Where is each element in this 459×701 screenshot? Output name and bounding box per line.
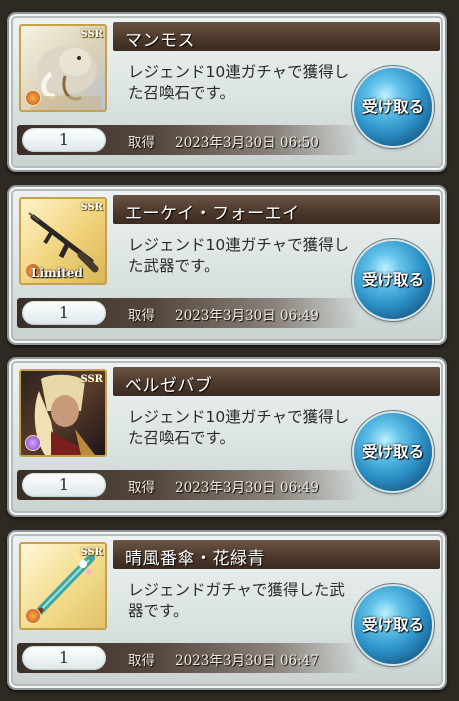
- item-description: レジェンド10連ガチャで獲得した召喚石です。: [128, 408, 350, 447]
- limited-badge: Limited: [31, 266, 83, 280]
- item-name: エーケイ・フォーエイ: [125, 204, 300, 224]
- receive-button-label: 受け取る: [361, 98, 424, 116]
- quantity-display: 1: [22, 128, 106, 152]
- rarity-badge: SSR: [80, 374, 103, 385]
- quantity-display: 1: [22, 301, 106, 325]
- receive-button-label: 受け取る: [361, 443, 424, 461]
- acquired-label: 取得: [128, 653, 155, 669]
- item-thumbnail[interactable]: SSR: [19, 542, 107, 630]
- item-description: レジェンドガチャで獲得した武器です。: [128, 581, 345, 620]
- receive-button[interactable]: 受け取る: [354, 413, 432, 491]
- gift-card: SSR Limited エーケイ・フォーエイ レジェンド10連ガチャで獲得した武…: [7, 185, 447, 345]
- rarity-badge: SSR: [80, 202, 103, 213]
- gift-card: SSR 晴風番傘・花緑青 レジェンドガチャで獲得した武器です。 1 取得 202…: [7, 530, 447, 690]
- rarity-badge: SSR: [80, 29, 103, 40]
- quantity-display: 1: [22, 473, 106, 497]
- item-thumbnail[interactable]: SSR: [19, 369, 107, 457]
- title-bar: ベルゼバブ: [113, 367, 440, 396]
- rarity-badge: SSR: [80, 547, 103, 558]
- item-description: レジェンド10連ガチャで獲得した武器です。: [128, 236, 350, 275]
- receive-button[interactable]: 受け取る: [354, 241, 432, 319]
- info-bar: 1 取得 2023年3月30日 06:50: [17, 125, 362, 155]
- acquired-date: 2023年3月30日 06:49: [175, 480, 319, 496]
- fire-element-icon: [25, 90, 41, 106]
- item-name: マンモス: [125, 31, 195, 51]
- acquired-date: 2023年3月30日 06:49: [175, 308, 319, 324]
- receive-button[interactable]: 受け取る: [354, 586, 432, 664]
- receive-button[interactable]: 受け取る: [354, 68, 432, 146]
- fire-element-icon: [25, 608, 41, 624]
- item-thumbnail[interactable]: SSR: [19, 24, 107, 112]
- item-thumbnail[interactable]: SSR Limited: [19, 197, 107, 285]
- gift-card: SSR ベルゼバブ レジェンド10連ガチャで獲得した召喚石です。 1 取得 20…: [7, 357, 447, 517]
- item-name: ベルゼバブ: [125, 376, 213, 396]
- receive-button-label: 受け取る: [361, 271, 424, 289]
- receive-button-label: 受け取る: [361, 616, 424, 634]
- title-bar: 晴風番傘・花緑青: [113, 540, 440, 569]
- item-description: レジェンド10連ガチャで獲得した召喚石です。: [128, 63, 350, 102]
- gift-card: SSR マンモス レジェンド10連ガチャで獲得した召喚石です。 1 取得 202…: [7, 12, 447, 172]
- info-bar: 1 取得 2023年3月30日 06:47: [17, 643, 362, 673]
- title-bar: マンモス: [113, 22, 440, 51]
- acquired-label: 取得: [128, 308, 155, 324]
- info-bar: 1 取得 2023年3月30日 06:49: [17, 470, 362, 500]
- acquired-label: 取得: [128, 135, 155, 151]
- acquired-date: 2023年3月30日 06:50: [175, 135, 319, 151]
- title-bar: エーケイ・フォーエイ: [113, 195, 440, 224]
- dark-element-icon: [25, 435, 41, 451]
- info-bar: 1 取得 2023年3月30日 06:49: [17, 298, 362, 328]
- quantity-display: 1: [22, 646, 106, 670]
- acquired-label: 取得: [128, 480, 155, 496]
- item-name: 晴風番傘・花緑青: [125, 549, 265, 569]
- acquired-date: 2023年3月30日 06:47: [175, 653, 319, 669]
